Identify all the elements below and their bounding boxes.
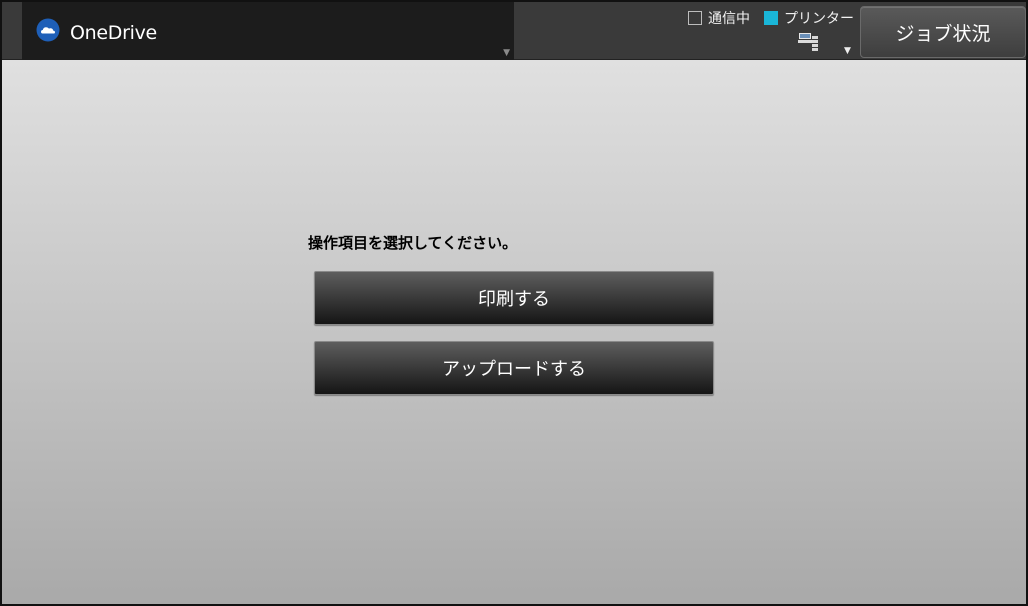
- top-bar: OneDrive ▼ 通信中 プリンター ▼ ジョブ状況: [2, 2, 1026, 60]
- app-dropdown-icon[interactable]: ▼: [503, 48, 510, 58]
- communicating-label: 通信中: [708, 11, 750, 27]
- printer-device-icon[interactable]: [798, 30, 820, 54]
- main-panel: 操作項目を選択してください。 印刷する アップロードする: [2, 60, 1026, 604]
- instruction-text: 操作項目を選択してください。: [308, 234, 518, 252]
- upload-button[interactable]: アップロードする: [314, 341, 714, 395]
- app-selector[interactable]: OneDrive ▼: [22, 2, 514, 60]
- printer-status: プリンター: [764, 8, 854, 28]
- job-status-button[interactable]: ジョブ状況: [860, 6, 1026, 58]
- communicating-indicator: [688, 11, 702, 25]
- communicating-status: 通信中: [688, 8, 750, 28]
- printer-label: プリンター: [784, 11, 854, 27]
- status-area: 通信中 プリンター ▼: [688, 8, 860, 58]
- onedrive-cloud-icon: [36, 18, 60, 42]
- status-dropdown-icon[interactable]: ▼: [844, 46, 851, 56]
- printer-indicator: [764, 11, 778, 25]
- print-button[interactable]: 印刷する: [314, 271, 714, 325]
- app-title: OneDrive: [70, 22, 157, 44]
